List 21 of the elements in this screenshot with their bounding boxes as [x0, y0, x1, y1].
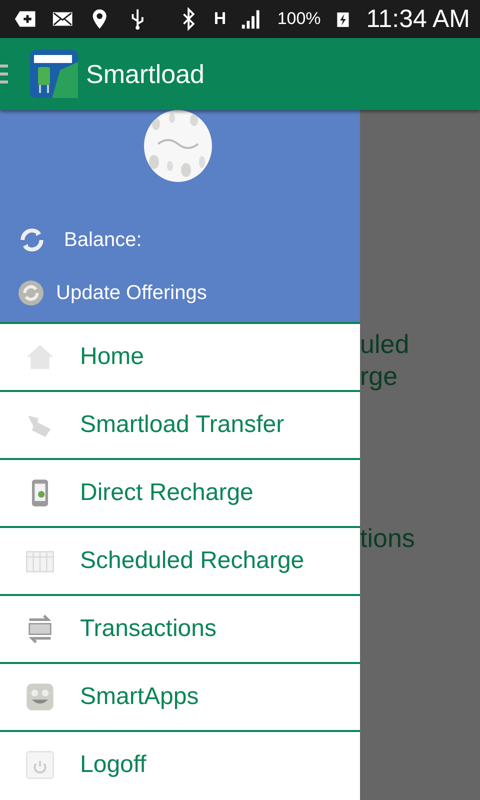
background-text: tions	[360, 522, 416, 554]
menu-item[interactable]: Smartload Transfer	[0, 390, 360, 458]
background-text: uled	[360, 328, 410, 360]
menu-item[interactable]: Scheduled Recharge	[0, 526, 360, 594]
power-icon	[24, 749, 56, 781]
update-offerings-link[interactable]: Update Offerings	[56, 282, 207, 304]
app-logo-icon[interactable]	[30, 50, 78, 98]
clock: 11:34 AM	[366, 4, 470, 34]
menu-icon	[0, 62, 10, 86]
menu-item[interactable]: Logoff	[0, 730, 360, 798]
app-title: Smartload	[86, 58, 204, 90]
background-text: rge	[360, 360, 399, 392]
battery-percent: 100%	[277, 9, 321, 29]
smiley-icon	[24, 681, 56, 713]
balance-label: Balance:	[64, 228, 142, 252]
menu-item[interactable]: Transactions	[0, 594, 360, 662]
network-type: H	[214, 9, 226, 29]
sync-icon	[16, 278, 46, 308]
menu-item[interactable]: SmartApps	[0, 662, 360, 730]
menu-item[interactable]: Direct Recharge	[0, 458, 360, 526]
menu-item[interactable]: Home	[0, 322, 360, 390]
